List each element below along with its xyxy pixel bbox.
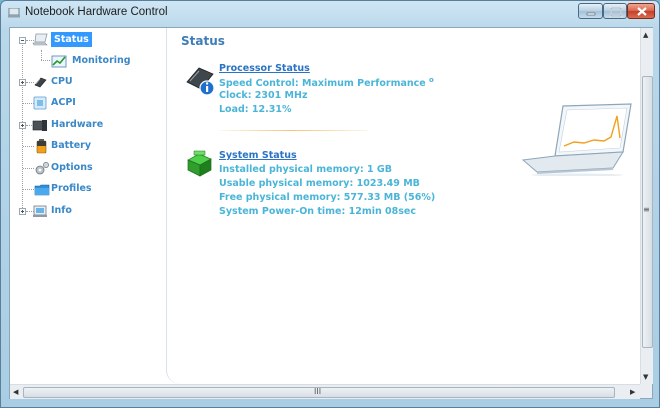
free-memory-text: Free physical memory: 577.33 MB (56%) xyxy=(219,192,436,203)
tree-label-cpu: CPU xyxy=(51,76,73,87)
cpu-icon xyxy=(34,77,47,88)
installed-memory-text: Installed physical memory: 1 GB xyxy=(219,164,392,175)
tree-label-battery: Battery xyxy=(51,140,92,151)
scroll-left-icon[interactable]: ◀ xyxy=(13,388,18,396)
battery-icon xyxy=(36,139,47,154)
tree-label-hardware: Hardware xyxy=(51,119,104,130)
tree-item-hardware[interactable]: Hardware xyxy=(10,116,160,134)
tree-item-profiles[interactable]: Profiles xyxy=(10,180,160,198)
tree-item-acpi[interactable]: ACPI xyxy=(10,94,160,112)
speed-control-value: Speed Control: Maximum Performance xyxy=(219,78,426,90)
folder-icon xyxy=(34,184,50,196)
close-icon xyxy=(637,7,647,16)
horizontal-scrollbar[interactable]: ◀ III ▶ xyxy=(10,384,640,399)
tree-label-profiles: Profiles xyxy=(51,183,92,194)
vertical-scroll-thumb[interactable]: ≡ xyxy=(642,76,653,348)
status-panel: Status Processor Status Speed Control: M… xyxy=(166,28,641,384)
processor-info-icon xyxy=(186,67,215,96)
collapse-icon[interactable] xyxy=(19,37,26,44)
chart-icon xyxy=(51,55,67,68)
laptop-illustration xyxy=(521,103,632,176)
minimize-button[interactable] xyxy=(578,3,603,19)
tree-label-acpi: ACPI xyxy=(51,97,76,108)
processor-status-link[interactable]: Processor Status xyxy=(219,63,310,74)
tree-label-monitoring: Monitoring xyxy=(72,55,131,66)
system-status-link[interactable]: System Status xyxy=(219,150,297,161)
title-bar[interactable]: Notebook Hardware Control xyxy=(1,1,659,25)
vertical-scrollbar[interactable]: ▲ ≡ ▼ xyxy=(640,28,653,384)
navigation-tree[interactable]: Status Monitoring CPU ACPI Hardware Batt… xyxy=(10,28,166,384)
expand-icon[interactable] xyxy=(19,79,26,86)
usable-memory-text: Usable physical memory: 1023.49 MB xyxy=(219,178,420,189)
tree-item-info[interactable]: Info xyxy=(10,202,160,220)
scrollbar-corner xyxy=(640,384,652,398)
window-title: Notebook Hardware Control xyxy=(25,6,168,18)
expand-icon[interactable] xyxy=(19,122,26,129)
load-text: Load: 12.31% xyxy=(219,104,292,115)
speed-control-marker: o xyxy=(429,76,434,84)
section-divider xyxy=(219,130,369,131)
acpi-icon xyxy=(33,96,47,110)
tree-item-status[interactable]: Status xyxy=(10,31,160,49)
client-area: Status Monitoring CPU ACPI Hardware Batt… xyxy=(9,27,653,399)
minimize-icon xyxy=(586,12,596,16)
tree-item-cpu[interactable]: CPU xyxy=(10,73,160,91)
horizontal-grip-icon: III xyxy=(314,387,322,396)
tree-label-info: Info xyxy=(51,205,72,216)
tree-item-options[interactable]: Options xyxy=(10,159,160,177)
app-window: Notebook Hardware Control Status Monitor… xyxy=(0,0,660,408)
tree-item-battery[interactable]: Battery xyxy=(10,137,160,155)
scroll-up-icon[interactable]: ▲ xyxy=(643,31,648,39)
gear-icon xyxy=(35,162,49,175)
clock-text: Clock: 2301 MHz xyxy=(219,90,308,101)
scroll-down-icon[interactable]: ▼ xyxy=(643,373,648,381)
system-status-icon xyxy=(187,150,212,177)
horizontal-scroll-thumb[interactable]: III xyxy=(23,387,615,398)
notebook-app-icon xyxy=(8,8,20,18)
maximize-icon xyxy=(610,7,622,17)
tree-item-monitoring[interactable]: Monitoring xyxy=(10,52,160,70)
expand-icon[interactable] xyxy=(19,208,26,215)
scroll-right-icon[interactable]: ▶ xyxy=(630,388,635,396)
vertical-grip-icon: ≡ xyxy=(643,205,650,214)
notebook-icon xyxy=(32,33,48,46)
tree-label-status: Status xyxy=(51,32,92,47)
tree-label-options: Options xyxy=(51,162,93,173)
info-icon xyxy=(33,205,47,217)
page-title: Status xyxy=(181,34,225,48)
maximize-button[interactable] xyxy=(603,3,627,19)
hardware-icon xyxy=(32,120,47,131)
power-on-time-text: System Power-On time: 12min 08sec xyxy=(219,206,417,217)
speed-control-text: Speed Control: Maximum Performance o xyxy=(219,76,434,89)
close-button[interactable] xyxy=(627,3,655,19)
